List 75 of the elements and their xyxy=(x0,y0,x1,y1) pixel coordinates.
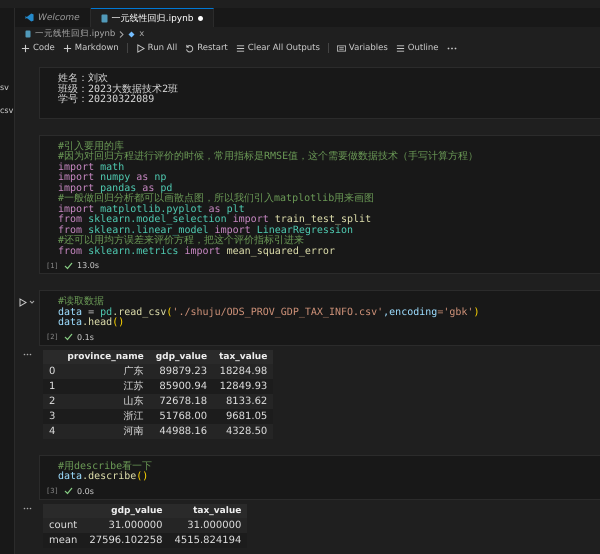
code-line: #因为对回归方程进行评价的时候，常用指标是RMSE值，这个需要做数据技术（手写计算方程） xyxy=(58,152,480,162)
outline-icon xyxy=(396,44,405,52)
row-index: 0 xyxy=(43,364,62,378)
plus-icon xyxy=(21,44,30,52)
plus-icon xyxy=(62,44,72,52)
row-index: 4 xyxy=(43,424,62,438)
code-line: import pandas as pd xyxy=(58,184,172,194)
table-cell: 江苏 xyxy=(61,378,150,394)
check-icon xyxy=(64,487,73,495)
toolbar-button[interactable]: Clear All Outputs xyxy=(236,43,320,53)
table-cell: 8133.62 xyxy=(213,394,274,408)
column-header: gdp_value xyxy=(83,504,169,518)
table-cell: 18284.98 xyxy=(213,364,274,378)
code-line: #还可以用均方误差来评价方程，把这个评价指标引进来 xyxy=(58,236,304,246)
toolbar-button[interactable]: Outline xyxy=(396,43,439,53)
code-line: data = pd.read_csv('./shuju/ODS_PROV_GDP_TAX_INFO.csv',encoding='gbk') xyxy=(58,308,480,318)
code-line: import numpy as np xyxy=(58,173,168,183)
play-icon xyxy=(136,44,145,52)
code-line: data.head() xyxy=(58,318,124,328)
vscode-logo-icon xyxy=(25,13,34,22)
column-header: gdp_value xyxy=(150,350,214,364)
code-line: import matplotlib.pyplot as plt xyxy=(58,204,245,214)
toolbar-button[interactable]: Variables xyxy=(336,43,388,53)
code-line: #用describe看一下 xyxy=(58,462,154,472)
explorer-item[interactable]: csv xyxy=(0,106,14,115)
code-line: import math xyxy=(58,162,126,172)
table-cell: 浙江 xyxy=(61,408,150,424)
markdown-line: 姓名：刘欢 xyxy=(58,74,109,84)
toolbar-button[interactable]: Markdown xyxy=(62,43,119,53)
execution-time: 0.0s xyxy=(77,486,94,496)
breadcrumb-item[interactable]: x xyxy=(139,29,144,39)
code-line: from sklearn.metrics import mean_squared_error xyxy=(58,246,336,257)
variables-icon xyxy=(336,44,346,52)
code-line: #引入要用的库 xyxy=(58,142,124,152)
table-cell: 山东 xyxy=(61,394,150,408)
toolbar-button[interactable]: Restart xyxy=(185,43,228,53)
table-cell: 44988.16 xyxy=(150,424,214,438)
table-cell: 31.000000 xyxy=(168,518,248,532)
markdown-line: 学号：20230322089 xyxy=(58,95,156,106)
code-line: from sklearn.linear_model import LinearRegression xyxy=(58,226,354,236)
editor-tab[interactable]: 一元线性回归.ipynb xyxy=(90,8,214,27)
breadcrumb-item[interactable]: 一元线性回归.ipynb xyxy=(35,28,116,40)
clear-outputs-icon xyxy=(236,44,245,52)
execution-time: 13.0s xyxy=(77,261,99,270)
code-line: data.describe() xyxy=(58,472,148,482)
code-line: #一般做回归分析都可以画散点图，所以我们引入matplotlib用来画图 xyxy=(58,194,376,204)
table-cell: 31.000000 xyxy=(83,518,169,532)
notebook-icon xyxy=(25,30,31,38)
code-line: from sklearn.model_selection import train_test_split xyxy=(58,215,372,225)
table-cell: 89879.23 xyxy=(150,364,214,378)
toolbar-button[interactable]: Code xyxy=(21,43,55,53)
column-header: tax_value xyxy=(168,504,248,518)
explorer-item[interactable]: sv xyxy=(0,83,9,92)
table-cell: 72678.18 xyxy=(150,394,214,408)
toolbar-button[interactable]: Run All xyxy=(136,43,178,53)
more-icon[interactable] xyxy=(22,506,32,510)
run-cell-icon[interactable] xyxy=(19,298,35,307)
table-cell: 广东 xyxy=(61,364,150,378)
row-index: 2 xyxy=(43,394,62,408)
row-index: count xyxy=(43,518,84,532)
code-line: #读取数据 xyxy=(58,297,106,307)
table-cell: 河南 xyxy=(61,424,150,438)
column-header: tax_value xyxy=(213,350,274,364)
check-icon xyxy=(64,333,73,341)
execution-time: 0.1s xyxy=(77,332,94,342)
symbol-icon xyxy=(128,30,136,38)
markdown-line: 班级：2023大数据技术2班 xyxy=(58,84,180,94)
more-icon[interactable] xyxy=(22,352,32,356)
more-icon[interactable] xyxy=(446,46,457,50)
restart-icon xyxy=(185,44,194,52)
notebook-icon xyxy=(100,14,108,22)
table-cell: 4328.50 xyxy=(213,424,274,438)
check-icon xyxy=(64,262,73,270)
chevron-icon xyxy=(119,30,124,38)
column-header: province_name xyxy=(61,350,150,364)
